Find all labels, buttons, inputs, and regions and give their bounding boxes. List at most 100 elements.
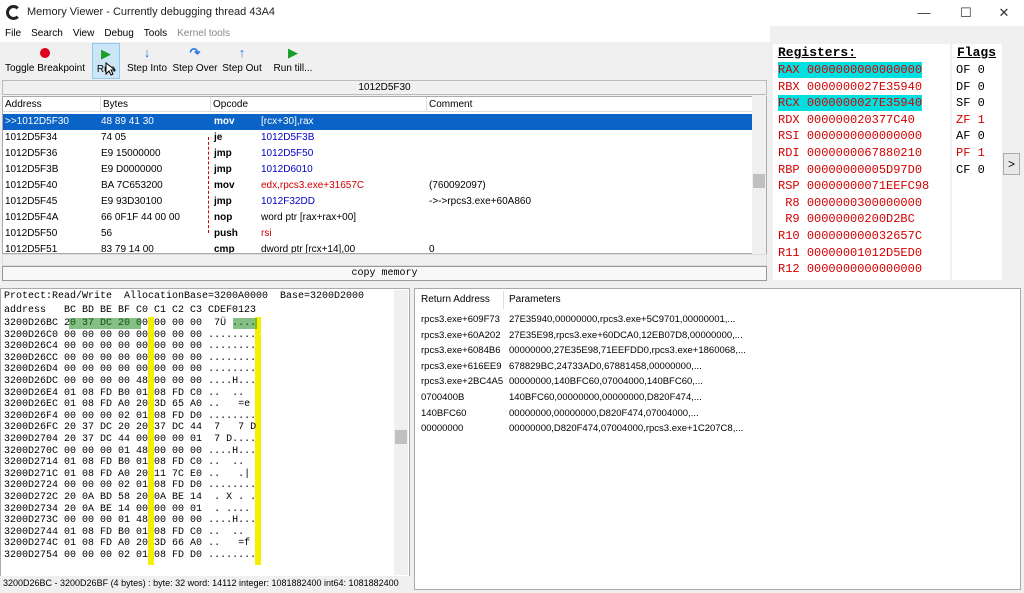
register-rax[interactable]: RAX 0000000000000000 (778, 62, 923, 78)
hex-row[interactable]: 3200D26C4 00 00 00 00 00 00 00 00 ......… (4, 341, 256, 352)
register-rdi[interactable]: RDI 0000000067880210 (778, 145, 922, 161)
stack-parameters[interactable]: 00000000,D820F474,07004000,rpcs3.exe+1C2… (509, 421, 743, 437)
flag-zf[interactable]: ZF 1 (956, 112, 985, 128)
register-rsp[interactable]: RSP 00000000071EEFC98 (778, 178, 929, 194)
col-parameters[interactable]: Parameters (509, 294, 561, 305)
register-rbp[interactable]: RBP 00000000005D97D0 (778, 162, 922, 178)
step-out-button[interactable]: ↑ Step Out (220, 43, 264, 79)
register-r11[interactable]: R11 00000001012D5ED0 (778, 245, 922, 261)
register-name: RDX (778, 112, 800, 127)
stack-parameters[interactable]: 00000000,140BFC60,07004000,140BFC60,... (509, 374, 703, 390)
expand-registers-button[interactable]: > (1003, 153, 1020, 175)
flag-af[interactable]: AF 0 (956, 128, 985, 144)
register-rdx[interactable]: RDX 000000020377C40 (778, 112, 915, 128)
register-rsi[interactable]: RSI 0000000000000000 (778, 128, 922, 144)
menu-kernel-tools[interactable]: Kernel tools (172, 26, 235, 42)
col-comment[interactable]: Comment (427, 97, 753, 112)
hex-row[interactable]: 3200D2714 01 08 FD B0 01 08 FD C0 .. .. (4, 457, 256, 468)
register-r12[interactable]: R12 0000000000000000 (778, 261, 922, 277)
col-opcode[interactable]: Opcode (211, 97, 427, 112)
disasm-scroll-thumb[interactable] (753, 174, 765, 188)
col-bytes[interactable]: Bytes (101, 97, 211, 112)
copy-memory-bar[interactable]: copy memory (2, 266, 767, 281)
flag-cf[interactable]: CF 0 (956, 162, 985, 178)
menu-debug[interactable]: Debug (99, 26, 138, 42)
disasm-row[interactable]: 1012D5F51 83 79 14 00 cmp dword ptr [rcx+14… (3, 242, 753, 254)
hex-row[interactable]: 3200D2704 20 37 DC 44 00 00 00 01 7 D...… (4, 434, 256, 445)
hex-row[interactable]: 3200D273C 00 00 00 01 48 00 00 00 ....H.… (4, 515, 256, 526)
hex-row[interactable]: 3200D272C 20 0A BD 58 20 0A BE 14 . X . … (4, 492, 256, 503)
hex-row[interactable]: 3200D26DC 00 00 00 00 48 00 00 00 ....H.… (4, 376, 256, 387)
stack-return-address[interactable]: 0700400B (421, 390, 464, 406)
stack-return-address[interactable]: 00000000 (421, 421, 463, 437)
disasm-address: 1012D5F51 (5, 244, 58, 254)
flag-of[interactable]: OF 0 (956, 62, 985, 78)
step-over-button[interactable]: ↷ Step Over (172, 43, 218, 79)
register-rcx[interactable]: RCX 0000000027E35940 (778, 95, 923, 112)
disasm-row[interactable]: 1012D5F50 56 push rsi (3, 226, 753, 242)
hex-selection (69, 318, 141, 329)
hex-row[interactable]: 3200D2754 00 00 00 02 01 08 FD D0 ......… (4, 550, 256, 561)
stack-parameters[interactable]: 140BFC60,00000000,00000000,D820F474,... (509, 390, 702, 406)
disasm-row[interactable]: 1012D5F4A 66 0F1F 44 00 00 nop word ptr [ra… (3, 210, 753, 226)
stack-parameters[interactable]: 00000000,27E35E98,71EEFDD0,rpcs3.exe+186… (509, 343, 746, 359)
disasm-row[interactable]: 1012D5F40 BA 7C653200 mov edx,rpcs3.exe+316… (3, 178, 753, 194)
stack-return-address[interactable]: rpcs3.exe+2BC4A5 (421, 374, 503, 390)
hex-row[interactable]: 3200D274C 01 08 FD A0 20 3D 66 A0 .. =f (4, 538, 256, 549)
stack-return-address[interactable]: rpcs3.exe+60A202 (421, 328, 501, 344)
stack-trace-view[interactable]: Return Address Parameters rpcs3.exe+609F… (414, 288, 1021, 590)
step-into-button[interactable]: ↓ Step Into (125, 43, 169, 79)
run-till-button[interactable]: ▶ Run till... (270, 43, 316, 79)
menu-tools[interactable]: Tools (139, 26, 172, 42)
register-r8[interactable]: R8 0000000300000000 (778, 195, 922, 211)
hex-address: 3200D26C4 (4, 341, 59, 353)
disasm-row[interactable]: 1012D5F36 E9 15000000 jmp 1012D5F50 (3, 146, 753, 162)
flag-pf[interactable]: PF 1 (956, 145, 985, 161)
hex-row[interactable]: 3200D270C 00 00 00 01 48 00 00 00 ....H.… (4, 446, 256, 457)
hex-row[interactable]: 3200D26E4 01 08 FD B0 01 08 FD C0 .. .. (4, 388, 256, 399)
menu-file[interactable]: File (0, 26, 26, 42)
stack-parameters[interactable]: 27E35E98,rpcs3.exe+60DCA0,12EB07D8,00000… (509, 328, 743, 344)
disasm-row[interactable]: 1012D5F3B E9 D0000000 jmp 1012D6010 (3, 162, 753, 178)
menu-view[interactable]: View (68, 26, 100, 42)
hex-row[interactable]: 3200D2724 00 00 00 02 01 08 FD D0 ......… (4, 480, 256, 491)
stack-parameters[interactable]: 27E35940,00000000,rpcs3.exe+5C9701,00000… (509, 312, 735, 328)
hex-row[interactable]: 3200D26D4 00 00 00 00 00 00 00 00 ......… (4, 364, 256, 375)
menu-search[interactable]: Search (26, 26, 68, 42)
hex-vscrollbar[interactable] (394, 290, 408, 575)
toggle-breakpoint-button[interactable]: Toggle Breakpoint (3, 43, 87, 79)
stack-return-address[interactable]: rpcs3.exe+609F73 (421, 312, 500, 328)
hex-row[interactable]: 3200D271C 01 08 FD A0 20 11 7C E0 .. .| (4, 469, 256, 480)
register-r10[interactable]: R10 000000000032657C (778, 228, 922, 244)
hex-row[interactable]: 3200D26CC 00 00 00 00 00 00 00 00 ......… (4, 353, 256, 364)
flag-sf[interactable]: SF 0 (956, 95, 985, 111)
maximize-button[interactable]: ☐ (946, 0, 986, 26)
disasm-row[interactable]: 1012D5F34 74 05 je 1012D5F3B (3, 130, 753, 146)
stack-return-address[interactable]: rpcs3.exe+6084B6 (421, 343, 501, 359)
col-address[interactable]: Address (3, 97, 101, 112)
stack-parameters[interactable]: 678829BC,24733AD0,67881458,00000000,... (509, 359, 702, 375)
hex-row[interactable]: 3200D2744 01 08 FD B0 01 08 FD C0 .. .. (4, 527, 256, 538)
disasm-vscrollbar[interactable] (752, 96, 766, 254)
close-button[interactable]: ✕ (984, 0, 1024, 26)
disasm-hscrollbar[interactable] (2, 254, 767, 266)
col-return-address[interactable]: Return Address (421, 294, 490, 305)
hex-scroll-thumb[interactable] (395, 430, 407, 444)
stack-return-address[interactable]: rpcs3.exe+616EE9 (421, 359, 502, 375)
hex-row[interactable]: 3200D2734 20 0A BE 14 00 00 00 01 . .... (4, 504, 256, 515)
hex-row[interactable]: 3200D26C0 00 00 00 00 00 00 00 00 ......… (4, 330, 256, 341)
disasm-row[interactable]: 1012D5F45 E9 93D30100 jmp 1012F32DD ->->rpcs… (3, 194, 753, 210)
register-rbx[interactable]: RBX 0000000027E35940 (778, 79, 922, 95)
hex-row[interactable]: 3200D26EC 01 08 FD A0 20 3D 65 A0 .. =e (4, 399, 256, 410)
hex-row[interactable]: 3200D26FC 20 37 DC 20 20 37 DC 44 7 7 D (4, 422, 256, 433)
hex-view[interactable]: Protect:Read/Write AllocationBase=3200A0… (0, 288, 410, 590)
hex-row[interactable]: 3200D26F4 00 00 00 02 01 08 FD D0 ......… (4, 411, 256, 422)
disasm-address-header[interactable]: 1012D5F30 (2, 80, 767, 95)
stack-parameters[interactable]: 00000000,00000000,D820F474,07004000,... (509, 406, 699, 422)
stack-return-address[interactable]: 140BFC60 (421, 406, 466, 422)
disassembler-view[interactable]: Address Bytes Opcode Comment >>1012D5F30… (2, 96, 767, 254)
register-r9[interactable]: R9 00000000200D2BC (778, 211, 915, 227)
flag-df[interactable]: DF 0 (956, 79, 985, 95)
minimize-button[interactable]: — (904, 0, 944, 26)
disasm-row[interactable]: >>1012D5F30 48 89 41 30 mov [rcx+30],rax (3, 114, 753, 130)
